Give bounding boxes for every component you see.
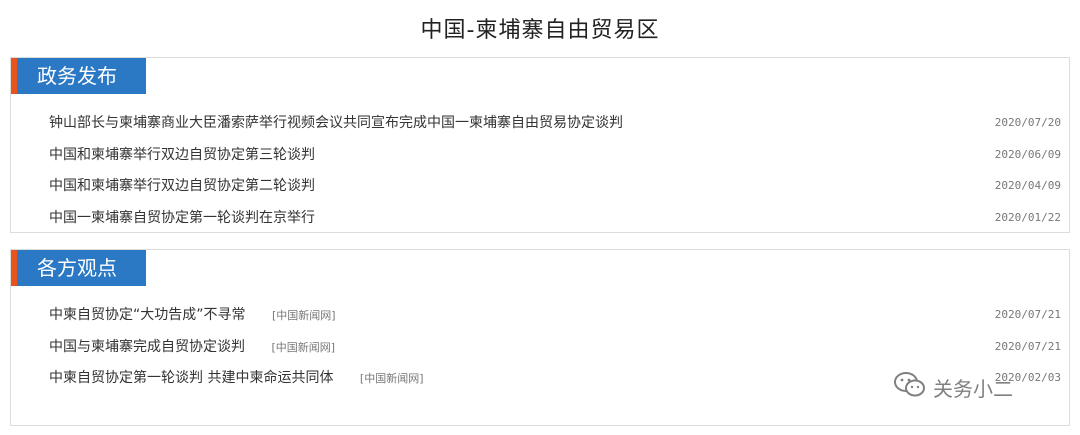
section-header: 政务发布 xyxy=(11,58,146,94)
list-item: 中国和柬埔寨举行双边自贸协定第二轮谈判 2020/04/09 xyxy=(49,173,1061,205)
news-link[interactable]: 中柬自贸协定“大功告成”不寻常 xyxy=(49,307,246,323)
watermark-text: 关务小二 xyxy=(933,377,1013,401)
section-header: 各方观点 xyxy=(11,250,146,286)
news-link[interactable]: 钟山部长与柬埔寨商业大臣潘索萨举行视频会议共同宣布完成中国一柬埔寨自由贸易协定谈… xyxy=(49,115,623,131)
news-link[interactable]: 中柬自贸协定第一轮谈判 共建中柬命运共同体 xyxy=(49,370,333,386)
news-date: 2020/07/20 xyxy=(994,116,1061,129)
news-date: 2020/06/09 xyxy=(994,147,1061,161)
news-list: 钟山部长与柬埔寨商业大臣潘索萨举行视频会议共同宣布完成中国一柬埔寨自由贸易协定谈… xyxy=(49,110,1061,236)
section-panel-policy: 政务发布 钟山部长与柬埔寨商业大臣潘索萨举行视频会议共同宣布完成中国一柬埔寨自由… xyxy=(10,57,1070,233)
list-item: 钟山部长与柬埔寨商业大臣潘索萨举行视频会议共同宣布完成中国一柬埔寨自由贸易协定谈… xyxy=(49,110,1061,142)
page-title: 中国-柬埔寨自由贸易区 xyxy=(420,18,660,43)
news-link[interactable]: 中国和柬埔寨举行双边自贸协定第二轮谈判 xyxy=(49,178,315,194)
news-date: 2020/07/21 xyxy=(994,339,1061,353)
news-date: 2020/07/21 xyxy=(994,308,1061,321)
news-link[interactable]: 中国一柬埔寨自贸协定第一轮谈判在京举行 xyxy=(49,210,315,226)
watermark: 关务小二 xyxy=(893,371,1013,404)
wechat-icon xyxy=(893,371,927,404)
news-link[interactable]: 中国与柬埔寨完成自贸协定谈判 xyxy=(49,339,245,355)
news-date: 2020/04/09 xyxy=(994,179,1061,192)
news-source: [中国新闻网] xyxy=(359,372,424,385)
news-source: [中国新闻网] xyxy=(271,340,336,354)
news-date: 2020/01/22 xyxy=(994,210,1061,224)
news-source: [中国新闻网] xyxy=(271,309,336,322)
list-item: 中国一柬埔寨自贸协定第一轮谈判在京举行 2020/01/22 xyxy=(49,205,1061,237)
list-item: 中国和柬埔寨举行双边自贸协定第三轮谈判 2020/06/09 xyxy=(49,142,1061,174)
news-link[interactable]: 中国和柬埔寨举行双边自贸协定第三轮谈判 xyxy=(49,147,315,163)
list-item: 中柬自贸协定“大功告成”不寻常 [中国新闻网] 2020/07/21 xyxy=(49,302,1061,334)
list-item: 中国与柬埔寨完成自贸协定谈判 [中国新闻网] 2020/07/21 xyxy=(49,334,1061,366)
